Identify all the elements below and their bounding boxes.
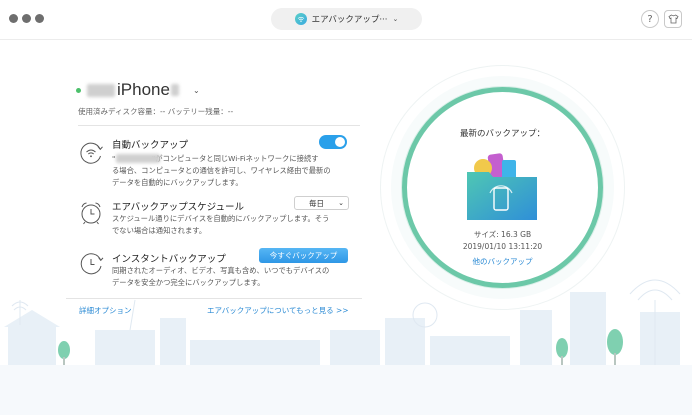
auto-backup-desc-line-3: データを自動的にバックアップします。 <box>112 178 243 187</box>
tshirt-skin-button[interactable] <box>664 10 682 28</box>
redacted-device-suffix <box>170 84 179 96</box>
device-selector[interactable]: iPhone ⌄ <box>76 80 200 100</box>
storage-status: 使用済みディスク容量：-- バッテリー残量：-- <box>78 107 234 116</box>
other-backups-link[interactable]: 他のバックアップ <box>402 256 603 267</box>
minimize-window-button[interactable] <box>22 14 31 23</box>
close-window-button[interactable] <box>9 14 18 23</box>
schedule-desc-line-2: でない場合は通知されます。 <box>112 226 207 235</box>
help-button[interactable]: ? <box>641 10 659 28</box>
redacted-device-name <box>116 154 160 163</box>
schedule-title: エアバックアップスケジュール <box>112 202 244 213</box>
device-name: iPhone <box>117 80 170 99</box>
backup-date: 2019/01/10 13:11:20 <box>462 242 543 251</box>
connection-status-dot <box>76 87 81 93</box>
backup-now-label: 今すぐバックアップ <box>269 251 338 260</box>
chevron-down-icon: ⌄ <box>338 199 344 207</box>
wifi-sync-icon <box>80 142 103 164</box>
auto-backup-title: 自動バックアップ <box>112 140 189 151</box>
chevron-down-icon: ⌄ <box>192 85 200 95</box>
instant-backup-title: インスタントバックアップ <box>112 254 226 265</box>
alarm-clock-icon <box>81 202 101 225</box>
mode-label: エアバックアップ··· <box>311 15 388 25</box>
backup-folder-icon <box>467 153 537 220</box>
zoom-window-button[interactable] <box>35 14 44 23</box>
backup-size: サイズ: 16.3 GB <box>473 230 532 239</box>
mode-selector[interactable]: エアバックアップ··· ⌄ <box>271 8 422 30</box>
redacted-device-prefix <box>87 83 115 97</box>
schedule-desc-line-1: スケジュール通りにデバイスを自動的にバックアップします。そう <box>112 214 330 223</box>
divider <box>78 125 360 126</box>
auto-backup-toggle[interactable] <box>319 135 347 149</box>
latest-backup-title: 最新のバックアップ： <box>459 129 545 139</box>
chevron-down-icon: ⌄ <box>392 15 399 23</box>
wifi-icon <box>294 13 307 25</box>
auto-backup-desc-line-2: る場合、コンピュータとの通信を許可し、ワイヤレス経由で最新の <box>112 166 331 175</box>
schedule-frequency-select[interactable]: 毎日 ⌄ <box>294 196 349 210</box>
tshirt-icon <box>667 14 679 24</box>
cityscape-illustration <box>0 279 692 415</box>
schedule-description: スケジュール通りにデバイスを自動的にバックアップします。そう でない場合は通知さ… <box>112 213 350 237</box>
backup-now-button[interactable]: 今すぐバックアップ <box>259 248 348 263</box>
toggle-knob <box>335 137 345 147</box>
help-label: ? <box>647 13 653 25</box>
schedule-frequency-value: 毎日 <box>309 198 324 208</box>
title-bar: エアバックアップ··· ⌄ ? <box>0 0 692 40</box>
